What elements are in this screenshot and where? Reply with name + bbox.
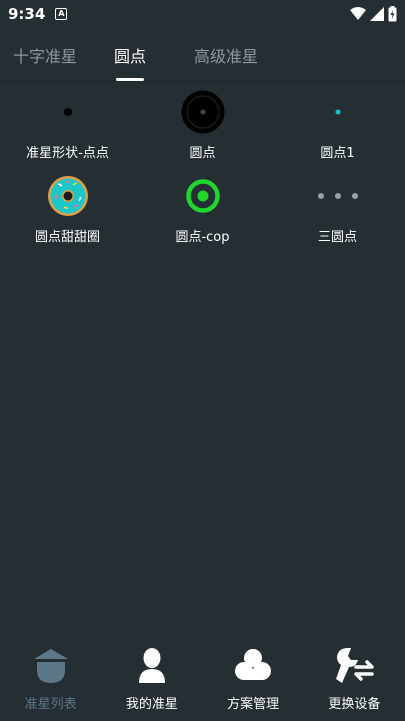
small-dot-icon (46, 90, 90, 134)
grid-item-label: 圆点 (189, 146, 216, 161)
wifi-icon (350, 7, 366, 20)
user-icon (132, 645, 172, 685)
nav-label: 更换设备 (328, 697, 381, 712)
grid-item-label: 三圆点 (317, 230, 357, 245)
tab-label: 十字准星 (12, 46, 77, 66)
status-time: 9:34 (8, 5, 46, 23)
tab-indicator (116, 78, 144, 81)
wrench-swap-icon (334, 645, 375, 685)
grid-item[interactable]: 圆点 (135, 84, 270, 168)
status-icons (350, 6, 397, 22)
cloud-icon (233, 645, 273, 685)
nav-label: 准星列表 (24, 697, 77, 712)
three-dots-icon (316, 174, 360, 218)
nav-label: 方案管理 (227, 697, 280, 712)
grid-item[interactable]: 准星形状-点点 (0, 84, 135, 168)
tab-crosshair[interactable]: 十字准星 (0, 28, 90, 81)
bottom-nav: 准星列表 我的准星 方案管理 更换设备 (0, 635, 405, 721)
tab-advanced-crosshair[interactable]: 高级准星 (170, 28, 282, 81)
grid-item-label: 圆点甜甜圈 (34, 230, 100, 245)
nav-crosshair-list[interactable]: 准星列表 (0, 635, 101, 721)
crosshair-list-icon (31, 645, 71, 685)
tab-dot[interactable]: 圆点 (90, 28, 170, 81)
battery-charging-icon (388, 6, 397, 22)
green-ring-dot-icon (181, 174, 225, 218)
status-bar: 9:34 A (0, 0, 405, 28)
tab-label: 圆点 (113, 46, 146, 66)
donut-icon (46, 174, 90, 218)
grid-item[interactable]: 三圆点 (270, 168, 405, 252)
grid-item-label: 圆点1 (320, 146, 355, 161)
tab-bar: 十字准星 圆点 高级准星 (0, 28, 405, 82)
black-circle-dot-icon (181, 90, 225, 134)
nav-change-device[interactable]: 更换设备 (304, 635, 405, 721)
tab-label: 高级准星 (193, 46, 258, 66)
nav-label: 我的准星 (125, 697, 178, 712)
grid-item[interactable]: 圆点-cop (135, 168, 270, 252)
grid-item[interactable]: 圆点甜甜圈 (0, 168, 135, 252)
grid-item-label: 圆点-cop (175, 230, 230, 245)
signal-icon (370, 7, 384, 21)
grid-item-label: 准星形状-点点 (26, 146, 109, 161)
grid-item[interactable]: 圆点1 (270, 84, 405, 168)
cyan-dot-icon (316, 90, 360, 134)
a-box-icon: A (55, 8, 68, 20)
nav-my-crosshair[interactable]: 我的准星 (101, 635, 202, 721)
crosshair-grid: 准星形状-点点 圆点 圆点1 圆点甜甜圈 圆点-cop 三圆点 (0, 84, 405, 252)
nav-scheme-management[interactable]: 方案管理 (203, 635, 304, 721)
